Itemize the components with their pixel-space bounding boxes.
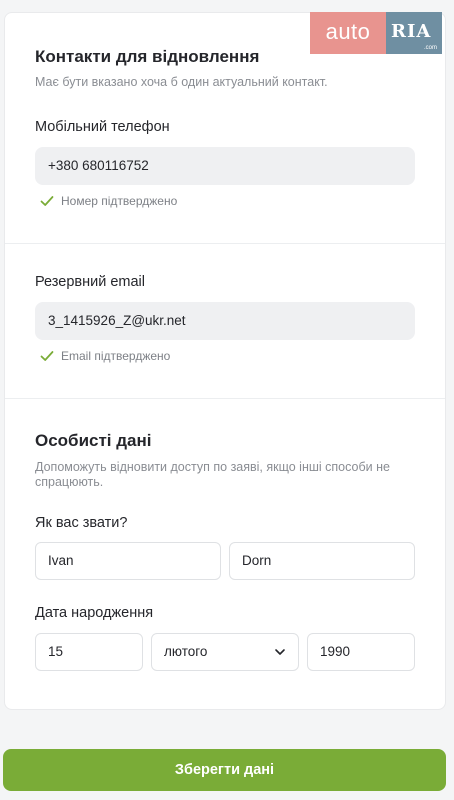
personal-hint: Допоможуть відновити доступ по заяві, як… [35, 460, 390, 489]
divider [5, 398, 445, 399]
logo-ria-text: RIA [391, 21, 432, 42]
check-icon [40, 351, 54, 361]
logo-com-text: .com [423, 45, 437, 51]
email-field[interactable]: 3_1415926_Z@ukr.net [35, 302, 415, 340]
check-icon [40, 196, 54, 206]
personal-section-title: Особисті дані [35, 431, 152, 450]
phone-verified-status: Номер підтверджено [40, 194, 177, 208]
birth-day-input[interactable]: 15 [35, 633, 143, 671]
logo-auto-part: auto [310, 12, 386, 54]
chevron-down-icon [275, 649, 285, 655]
contacts-section-title: Контакти для відновлення [35, 47, 260, 66]
recovery-settings-card: Контакти для відновлення Має бути вказан… [4, 12, 446, 710]
email-verified-status: Email підтверджено [40, 349, 170, 363]
first-name-input[interactable]: Ivan [35, 542, 221, 580]
autoria-logo: auto RIA .com [310, 12, 442, 54]
birth-month-select[interactable]: лютого [151, 633, 299, 671]
last-name-input[interactable]: Dorn [229, 542, 415, 580]
email-verified-text: Email підтверджено [61, 349, 171, 363]
name-label: Як вас звати? [35, 515, 128, 531]
birth-year-input[interactable]: 1990 [307, 633, 415, 671]
contacts-hint: Має бути вказано хоча б один актуальний … [35, 75, 328, 89]
phone-field[interactable]: +380 680116752 [35, 147, 415, 185]
email-label: Резервний email [35, 274, 145, 290]
birth-month-value: лютого [164, 644, 208, 659]
phone-verified-text: Номер підтверджено [61, 194, 178, 208]
logo-ria-part: RIA .com [386, 12, 442, 54]
phone-label: Мобільний телефон [35, 119, 170, 135]
save-button[interactable]: Зберегти дані [3, 749, 446, 791]
divider [5, 243, 445, 244]
birth-date-label: Дата народження [35, 605, 154, 621]
